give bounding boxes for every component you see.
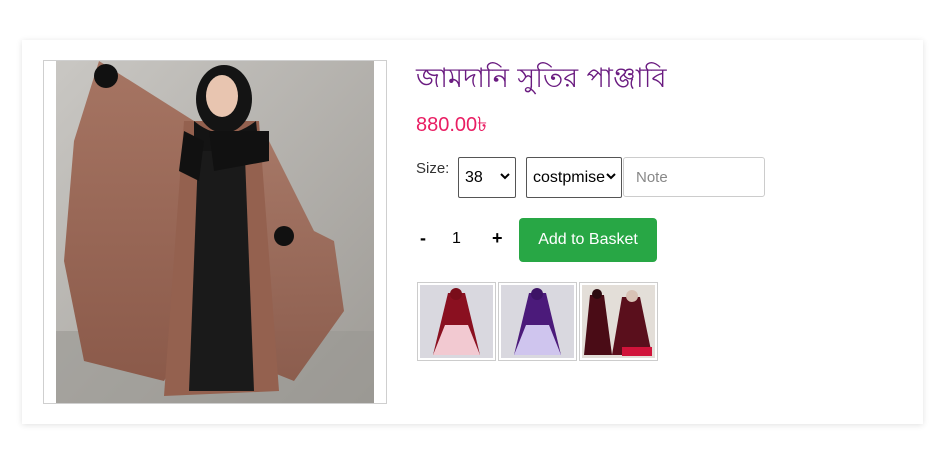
quantity-increase-button[interactable]: + [492,228,503,249]
product-price: 880.00৳ [416,114,488,136]
custom-select[interactable]: costpmise [526,157,622,198]
purple-abaya-thumbnail[interactable] [498,282,577,361]
thumbnail-gallery [417,282,658,361]
maroon-abaya-thumbnail[interactable] [579,282,658,361]
custom-select-value: costpmise [533,168,606,186]
product-main-image[interactable] [43,60,387,404]
note-placeholder: Note [636,168,668,186]
size-label: Size: [416,160,450,177]
product-card: জামদানি সুতির পাঞ্জাবি 880.00৳ Size: 38 … [22,40,923,424]
product-title: জামদানি সুতির পাঞ্জাবি [416,63,667,94]
size-select[interactable]: 38 [458,157,516,198]
size-select-value: 38 [465,168,483,186]
note-input[interactable]: Note [623,157,765,197]
quantity-value[interactable]: 1 [452,230,461,248]
add-to-basket-button[interactable]: Add to Basket [519,218,657,262]
quantity-decrease-button[interactable]: - [420,228,426,249]
chevron-down-icon [606,173,616,180]
chevron-down-icon [500,173,510,180]
red-abaya-thumbnail[interactable] [417,282,496,361]
